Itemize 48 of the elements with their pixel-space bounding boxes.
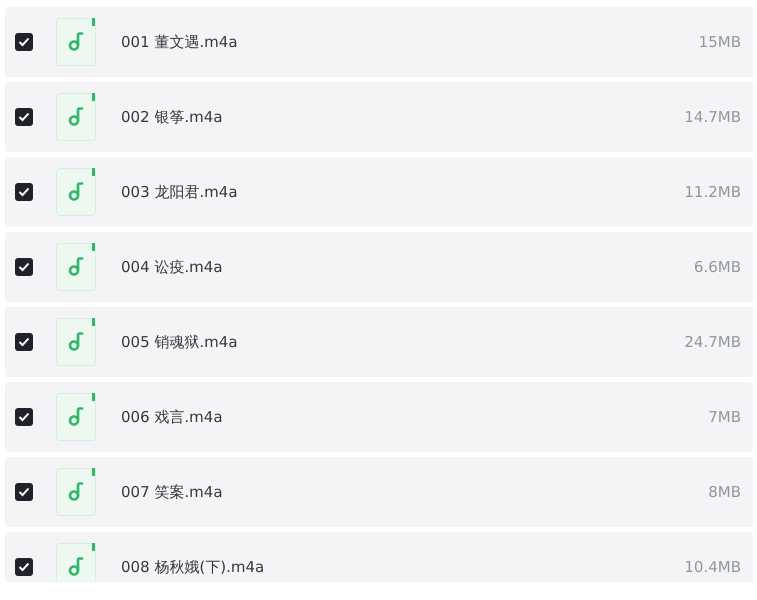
file-name: 008 杨秋娥(下).m4a [121, 556, 266, 578]
file-size: 11.2MB [684, 182, 741, 203]
audio-file-icon [56, 243, 96, 291]
file-size: 6.6MB [694, 256, 741, 278]
file-name: 001 董文遇.m4a [121, 32, 239, 53]
checkmark-icon [18, 112, 30, 122]
checkmark-icon [18, 412, 30, 422]
file-row[interactable]: 006 戏言.m4a 7MB [5, 382, 753, 452]
checkbox[interactable] [15, 558, 33, 576]
audio-file-icon [56, 393, 96, 441]
file-size: 10.4MB [684, 556, 741, 578]
checkmark-icon [18, 337, 30, 347]
file-name: 007 笑案.m4a [121, 482, 224, 503]
audio-file-icon [56, 168, 96, 216]
file-size: 8MB [708, 482, 741, 503]
audio-file-icon [56, 318, 96, 366]
checkbox[interactable] [15, 483, 33, 501]
audio-file-icon [56, 468, 96, 516]
checkbox[interactable] [15, 183, 33, 201]
file-name: 006 戏言.m4a [121, 406, 224, 428]
file-name: 002 银筝.m4a [121, 106, 224, 128]
file-name: 003 龙阳君.m4a [121, 182, 239, 203]
checkbox[interactable] [15, 33, 33, 51]
file-name: 004 讼疫.m4a [121, 256, 224, 278]
checkmark-icon [18, 187, 30, 197]
checkmark-icon [18, 262, 30, 272]
file-row[interactable]: 003 龙阳君.m4a 11.2MB [5, 157, 753, 227]
file-row[interactable]: 004 讼疫.m4a 6.6MB [5, 232, 753, 302]
file-name: 005 销魂狱.m4a [121, 332, 239, 353]
file-row[interactable]: 002 银筝.m4a 14.7MB [5, 82, 753, 152]
file-size: 24.7MB [684, 332, 741, 353]
audio-file-icon [56, 93, 96, 141]
checkbox[interactable] [15, 258, 33, 276]
checkbox[interactable] [15, 333, 33, 351]
file-row[interactable]: 001 董文遇.m4a 15MB [5, 7, 753, 77]
file-row[interactable]: 008 杨秋娥(下).m4a 10.4MB [5, 532, 753, 582]
checkbox[interactable] [15, 108, 33, 126]
checkbox[interactable] [15, 408, 33, 426]
audio-file-icon [56, 543, 96, 582]
audio-file-icon [56, 18, 96, 66]
checkmark-icon [18, 487, 30, 497]
file-row[interactable]: 007 笑案.m4a 8MB [5, 457, 753, 527]
checkmark-icon [18, 37, 30, 47]
file-size: 15MB [698, 32, 741, 53]
checkmark-icon [18, 562, 30, 572]
file-size: 14.7MB [684, 106, 741, 128]
file-row[interactable]: 005 销魂狱.m4a 24.7MB [5, 307, 753, 377]
file-size: 7MB [708, 406, 741, 428]
